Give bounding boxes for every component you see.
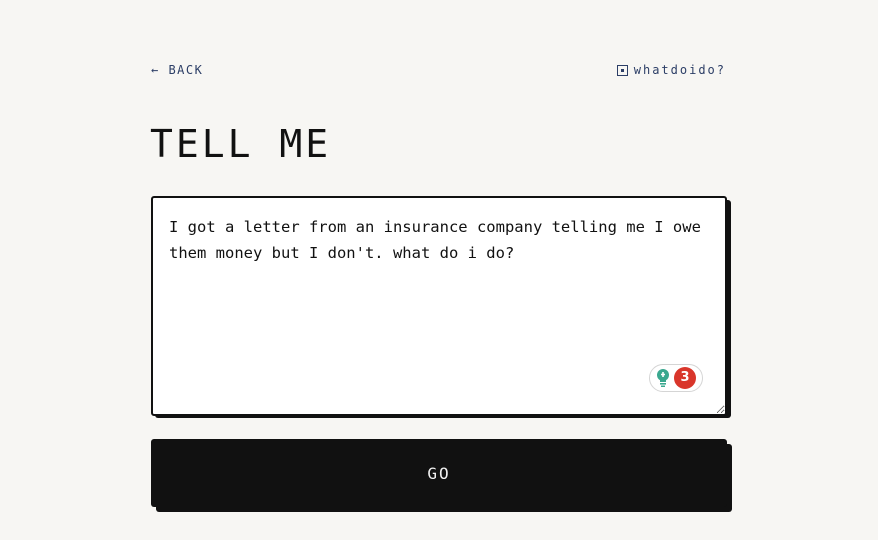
grammar-checker-widget[interactable]: 3 bbox=[649, 364, 703, 392]
go-button-wrap: GO bbox=[151, 439, 732, 512]
brand-label: whatdoido? bbox=[633, 63, 726, 77]
lightbulb-icon bbox=[655, 368, 671, 388]
question-input[interactable]: I got a letter from an insurance company… bbox=[151, 196, 727, 416]
brand-link[interactable]: whatdoido? bbox=[616, 62, 726, 78]
page-title: TELL ME bbox=[150, 122, 332, 166]
go-button[interactable]: GO bbox=[151, 439, 727, 507]
brand-logo-icon bbox=[616, 64, 628, 76]
issue-count-badge: 3 bbox=[674, 367, 696, 389]
question-box: I got a letter from an insurance company… bbox=[151, 196, 731, 418]
back-link[interactable]: ← BACK bbox=[151, 62, 203, 78]
